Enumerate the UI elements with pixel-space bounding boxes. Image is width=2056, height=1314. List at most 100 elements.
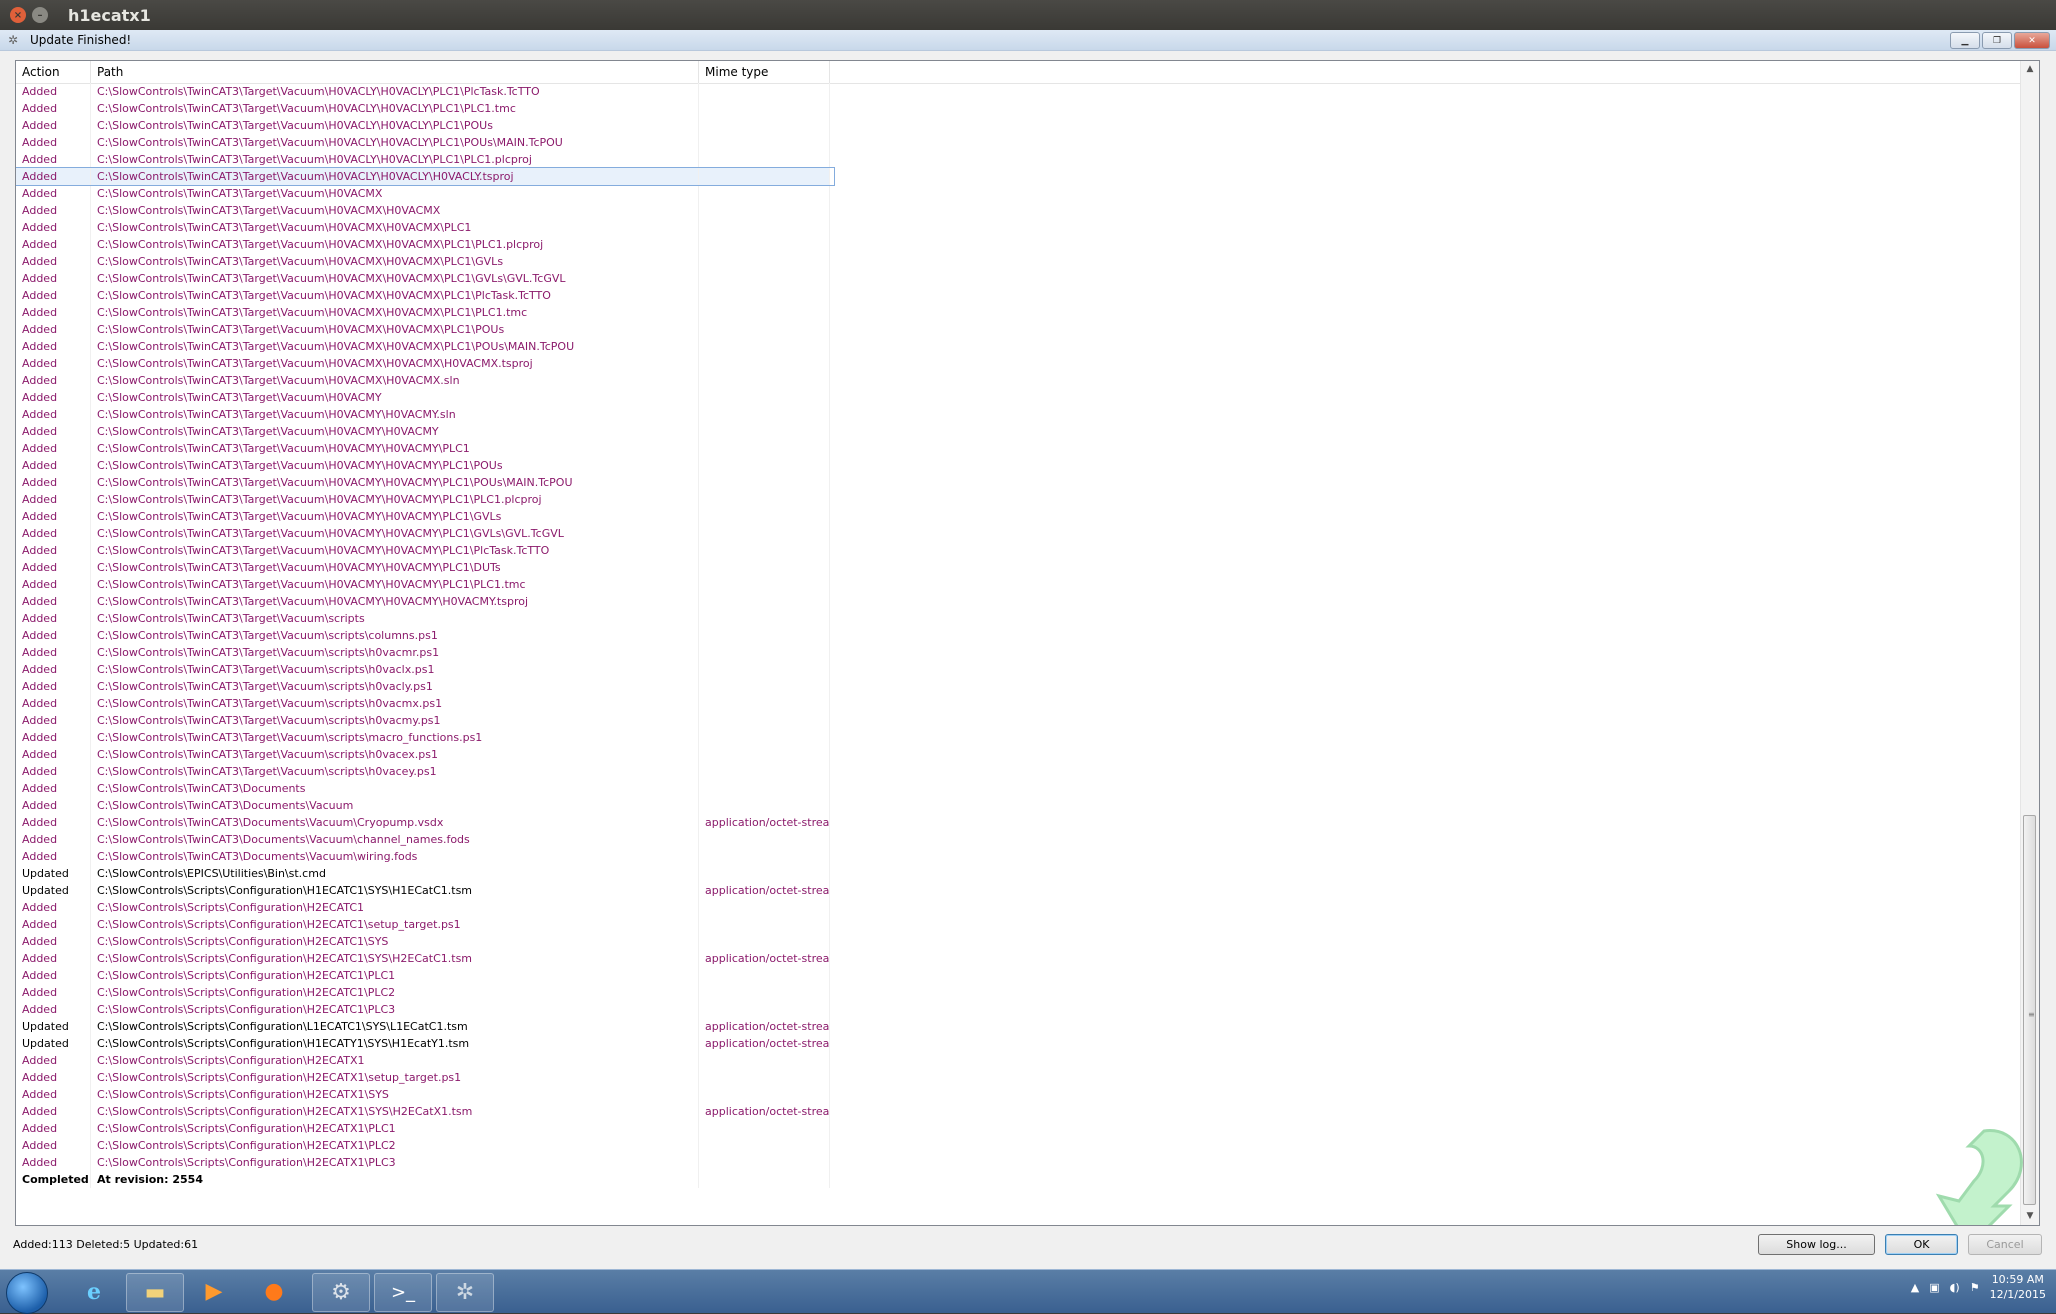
table-row[interactable]: Added C:\SlowControls\Scripts\Configurati… [16, 933, 2020, 950]
table-row[interactable]: Added C:\SlowControls\Scripts\Configurati… [16, 1137, 2020, 1154]
table-row[interactable]: Added C:\SlowControls\Scripts\Configurati… [16, 1069, 2020, 1086]
table-row[interactable]: Added C:\SlowControls\Scripts\Configurati… [16, 916, 2020, 933]
row-action: Added [16, 576, 91, 593]
table-row[interactable]: Added C:\SlowControls\TwinCAT3\Target\Vac… [16, 151, 2020, 168]
table-row[interactable]: Added C:\SlowControls\TwinCAT3\Target\Vac… [16, 167, 835, 186]
row-mime-type [699, 831, 830, 848]
tortoise-svn-taskbar-icon[interactable]: ✲ [436, 1273, 494, 1312]
firefox-icon[interactable]: ● [246, 1273, 302, 1310]
table-row[interactable]: Added C:\SlowControls\TwinCAT3\Target\Vac… [16, 746, 2020, 763]
table-row[interactable]: Added C:\SlowControls\TwinCAT3\Target\Vac… [16, 542, 2020, 559]
table-row[interactable]: Added C:\SlowControls\TwinCAT3\Target\Vac… [16, 236, 2020, 253]
table-row[interactable]: Added C:\SlowControls\TwinCAT3\Target\Vac… [16, 355, 2020, 372]
table-row[interactable]: Added C:\SlowControls\TwinCAT3\Target\Vac… [16, 270, 2020, 287]
table-row[interactable]: Added C:\SlowControls\TwinCAT3\Target\Vac… [16, 287, 2020, 304]
table-row[interactable]: Added C:\SlowControls\Scripts\Configurati… [16, 984, 2020, 1001]
table-row[interactable]: Added C:\SlowControls\TwinCAT3\Target\Vac… [16, 508, 2020, 525]
table-row[interactable]: Added C:\SlowControls\TwinCAT3\Target\Vac… [16, 678, 2020, 695]
table-row[interactable]: Added C:\SlowControls\TwinCAT3\Target\Vac… [16, 202, 2020, 219]
table-row[interactable]: Added C:\SlowControls\TwinCAT3\Target\Vac… [16, 389, 2020, 406]
tray-expand-icon[interactable]: ▲ [1911, 1281, 1919, 1294]
table-row[interactable]: Updated C:\SlowControls\Scripts\Configura… [16, 882, 2020, 899]
column-header-path[interactable]: Path [91, 61, 699, 83]
table-row[interactable]: Added C:\SlowControls\Scripts\Configurati… [16, 1154, 2020, 1171]
table-row[interactable]: Added C:\SlowControls\Scripts\Configurati… [16, 967, 2020, 984]
table-row[interactable]: Added C:\SlowControls\TwinCAT3\Target\Vac… [16, 491, 2020, 508]
internet-explorer-icon[interactable]: e [66, 1273, 122, 1310]
table-row[interactable]: Added C:\SlowControls\TwinCAT3\Documents\… [16, 848, 2020, 865]
table-row[interactable]: Added C:\SlowControls\TwinCAT3\Target\Vac… [16, 559, 2020, 576]
column-header-action[interactable]: Action [16, 61, 91, 83]
action-center-icon[interactable]: ⚑ [1970, 1281, 1980, 1294]
table-row[interactable]: Completed At revision: 2554 [16, 1171, 2020, 1188]
show-log-button[interactable]: Show log... [1758, 1234, 1875, 1255]
settings-gear-icon[interactable]: ⚙ [312, 1273, 370, 1312]
table-row[interactable]: Added C:\SlowControls\TwinCAT3\Target\Vac… [16, 712, 2020, 729]
table-row[interactable]: Added C:\SlowControls\Scripts\Configurati… [16, 950, 2020, 967]
update-results-list[interactable]: Action Path Mime type Added C:\SlowContro… [15, 60, 2040, 1226]
column-header-mime-type[interactable]: Mime type [699, 61, 830, 83]
table-row[interactable]: Added C:\SlowControls\TwinCAT3\Target\Vac… [16, 304, 2020, 321]
table-row[interactable]: Added C:\SlowControls\TwinCAT3\Target\Vac… [16, 134, 2020, 151]
table-row[interactable]: Added C:\SlowControls\TwinCAT3\Target\Vac… [16, 576, 2020, 593]
table-row[interactable]: Added C:\SlowControls\Scripts\Configurati… [16, 1120, 2020, 1137]
table-row[interactable]: Added C:\SlowControls\TwinCAT3\Target\Vac… [16, 695, 2020, 712]
maximize-button[interactable]: ❐ [1982, 32, 2012, 49]
table-row[interactable]: Added C:\SlowControls\Scripts\Configurati… [16, 1052, 2020, 1069]
table-row[interactable]: Added C:\SlowControls\TwinCAT3\Target\Vac… [16, 219, 2020, 236]
start-button[interactable] [6, 1272, 48, 1314]
row-action: Added [16, 406, 91, 423]
scroll-up-arrow-icon[interactable]: ▲ [2021, 61, 2039, 78]
media-player-icon[interactable]: ▶ [186, 1273, 242, 1310]
row-mime-type [699, 797, 830, 814]
row-path: C:\SlowControls\Scripts\Configuration\H2… [91, 916, 699, 933]
table-row[interactable]: Updated C:\SlowControls\EPICS\Utilities\B… [16, 865, 2020, 882]
table-row[interactable]: Added C:\SlowControls\TwinCAT3\Target\Vac… [16, 185, 2020, 202]
table-row[interactable]: Added C:\SlowControls\TwinCAT3\Target\Vac… [16, 83, 2020, 100]
table-row[interactable]: Added C:\SlowControls\TwinCAT3\Target\Vac… [16, 406, 2020, 423]
table-row[interactable]: Added C:\SlowControls\TwinCAT3\Target\Vac… [16, 474, 2020, 491]
table-row[interactable]: Added C:\SlowControls\TwinCAT3\Target\Vac… [16, 627, 2020, 644]
table-row[interactable]: Added C:\SlowControls\TwinCAT3\Target\Vac… [16, 593, 2020, 610]
table-row[interactable]: Added C:\SlowControls\TwinCAT3\Target\Vac… [16, 610, 2020, 627]
table-row[interactable]: Added C:\SlowControls\Scripts\Configurati… [16, 1086, 2020, 1103]
cancel-button[interactable]: Cancel [1968, 1234, 2042, 1255]
table-row[interactable]: Added C:\SlowControls\TwinCAT3\Target\Vac… [16, 729, 2020, 746]
table-row[interactable]: Updated C:\SlowControls\Scripts\Configura… [16, 1035, 2020, 1052]
table-row[interactable]: Added C:\SlowControls\TwinCAT3\Target\Vac… [16, 338, 2020, 355]
host-minimize-button[interactable]: – [32, 7, 48, 23]
clock[interactable]: 10:59 AM 12/1/2015 [1990, 1272, 2046, 1302]
table-row[interactable]: Added C:\SlowControls\TwinCAT3\Documents\… [16, 831, 2020, 848]
table-row[interactable]: Added C:\SlowControls\TwinCAT3\Target\Vac… [16, 321, 2020, 338]
table-row[interactable]: Added C:\SlowControls\TwinCAT3\Target\Vac… [16, 525, 2020, 542]
table-row[interactable]: Added C:\SlowControls\TwinCAT3\Target\Vac… [16, 457, 2020, 474]
table-row[interactable]: Added C:\SlowControls\TwinCAT3\Documents [16, 780, 2020, 797]
table-row[interactable]: Added C:\SlowControls\TwinCAT3\Target\Vac… [16, 100, 2020, 117]
close-button[interactable]: ✕ [2014, 32, 2050, 49]
table-row[interactable]: Added C:\SlowControls\TwinCAT3\Target\Vac… [16, 661, 2020, 678]
host-close-button[interactable]: × [10, 7, 26, 23]
table-row[interactable]: Added C:\SlowControls\TwinCAT3\Target\Vac… [16, 644, 2020, 661]
table-row[interactable]: Added C:\SlowControls\Scripts\Configurati… [16, 899, 2020, 916]
table-row[interactable]: Added C:\SlowControls\Scripts\Configurati… [16, 1103, 2020, 1120]
ok-button[interactable]: OK [1885, 1234, 1958, 1255]
table-row[interactable]: Added C:\SlowControls\TwinCAT3\Target\Vac… [16, 440, 2020, 457]
row-mime-type [699, 746, 830, 763]
volume-icon[interactable]: ◖) [1950, 1281, 1960, 1294]
table-row[interactable]: Added C:\SlowControls\Scripts\Configurati… [16, 1001, 2020, 1018]
table-row[interactable]: Added C:\SlowControls\TwinCAT3\Documents\… [16, 814, 2020, 831]
table-row[interactable]: Added C:\SlowControls\TwinCAT3\Target\Vac… [16, 763, 2020, 780]
powershell-icon[interactable]: >_ [374, 1273, 432, 1312]
minimize-button[interactable]: ▁ [1950, 32, 1980, 49]
row-path: C:\SlowControls\TwinCAT3\Target\Vacuum\H… [91, 576, 699, 593]
table-row[interactable]: Added C:\SlowControls\TwinCAT3\Target\Vac… [16, 117, 2020, 134]
vertical-scrollbar[interactable]: ▲ ≡ ▼ [2020, 61, 2039, 1225]
table-row[interactable]: Added C:\SlowControls\TwinCAT3\Documents\… [16, 797, 2020, 814]
table-row[interactable]: Updated C:\SlowControls\Scripts\Configura… [16, 1018, 2020, 1035]
table-row[interactable]: Added C:\SlowControls\TwinCAT3\Target\Vac… [16, 372, 2020, 389]
table-row[interactable]: Added C:\SlowControls\TwinCAT3\Target\Vac… [16, 423, 2020, 440]
table-row[interactable]: Added C:\SlowControls\TwinCAT3\Target\Vac… [16, 253, 2020, 270]
network-icon[interactable]: ▣ [1929, 1281, 1939, 1294]
file-explorer-icon[interactable]: ▬ [126, 1273, 184, 1312]
row-action: Added [16, 831, 91, 848]
